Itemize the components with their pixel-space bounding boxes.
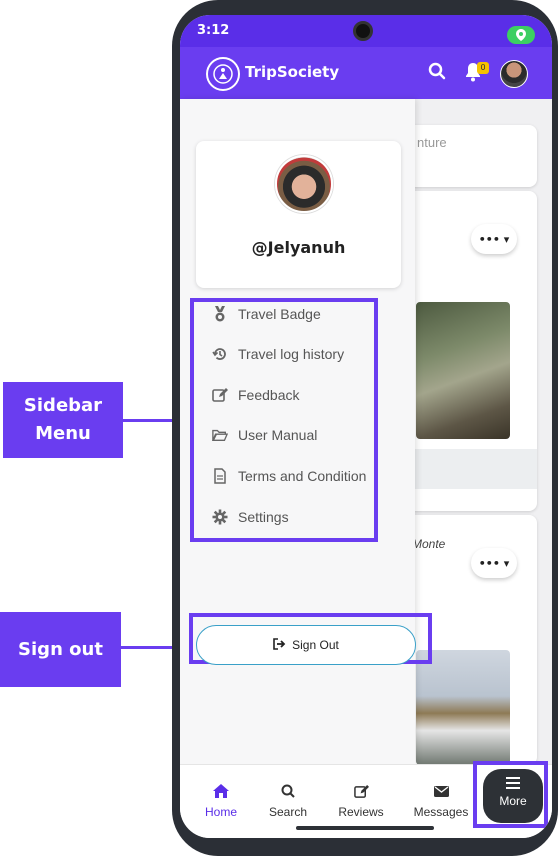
sidebar-item-label: Travel Badge	[238, 306, 321, 322]
menu-icon	[483, 777, 543, 789]
search-icon[interactable]	[428, 62, 446, 84]
envelope-icon	[409, 781, 473, 801]
gear-icon	[212, 509, 228, 525]
callout-connector-signout	[121, 646, 173, 649]
medal-icon	[212, 306, 228, 322]
sidebar-item-label: Feedback	[238, 387, 300, 403]
sidebar-menu: Travel Badge Travel log history Feedback…	[190, 298, 378, 542]
nav-more-label: More	[499, 794, 527, 808]
sign-out-label: Sign Out	[292, 638, 339, 652]
document-icon	[212, 468, 228, 484]
status-time: 3:12	[197, 23, 230, 38]
nav-home-label: Home	[204, 805, 237, 819]
sidebar-item-label: User Manual	[238, 427, 318, 443]
avatar[interactable]	[275, 155, 333, 213]
sidebar-item-settings[interactable]: Settings	[212, 509, 289, 525]
home-indicator[interactable]	[296, 826, 434, 830]
edit-icon	[329, 781, 393, 801]
sidebar-item-travel-badge[interactable]: Travel Badge	[212, 306, 321, 322]
nav-more[interactable]: More	[483, 769, 543, 823]
create-post-card[interactable]: nture	[405, 125, 537, 187]
sidebar-item-terms[interactable]: Terms and Condition	[212, 468, 366, 484]
nav-reviews-label: Reviews	[338, 805, 384, 819]
nav-search[interactable]: Search	[256, 781, 320, 819]
edit-icon	[212, 387, 228, 403]
history-icon	[212, 346, 228, 362]
post-photo[interactable]	[416, 650, 510, 765]
sidebar-item-label: Settings	[238, 509, 289, 525]
sidebar-item-label: Travel log history	[238, 346, 345, 362]
dots-icon: •••	[478, 232, 500, 246]
profile-card[interactable]: @Jelyanuh	[196, 141, 401, 288]
callout-sign-out: Sign out	[0, 612, 121, 687]
nav-search-label: Search	[268, 805, 308, 819]
folder-open-icon	[212, 428, 228, 442]
sidebar-item-label: Terms and Condition	[238, 468, 367, 484]
app-logo-icon	[206, 57, 240, 91]
nav-messages-label: Messages	[413, 805, 469, 819]
sign-out-icon	[273, 637, 286, 653]
front-camera	[353, 21, 373, 41]
post-options-button[interactable]: ••• ▾	[471, 548, 517, 578]
sidebar-item-feedback[interactable]: Feedback	[212, 387, 299, 403]
nav-messages[interactable]: Messages	[409, 781, 473, 819]
post-footer	[405, 449, 537, 489]
post-photo[interactable]	[416, 302, 510, 439]
post-options-button[interactable]: ••• ▾	[471, 224, 517, 254]
username: @Jelyanuh	[251, 238, 346, 257]
sidebar-item-travel-log-history[interactable]: Travel log history	[212, 346, 344, 362]
phone-screen: 3:12 TripSociety 0 nture ••• ▾ Monte •••…	[180, 15, 552, 838]
search-icon	[256, 781, 320, 801]
sign-out-button[interactable]: Sign Out	[196, 625, 416, 665]
status-bar: 3:12	[180, 15, 552, 47]
nav-reviews[interactable]: Reviews	[329, 781, 393, 819]
post-input-placeholder: nture	[417, 135, 447, 150]
nav-home[interactable]: Home	[189, 781, 253, 819]
callout-sidebar-menu: Sidebar Menu	[3, 382, 123, 458]
location-indicator-icon	[507, 26, 535, 44]
app-header: TripSociety 0	[180, 47, 552, 99]
sidebar-item-user-manual[interactable]: User Manual	[212, 427, 317, 443]
dots-icon: •••	[478, 556, 500, 570]
home-icon	[189, 781, 253, 801]
header-avatar[interactable]	[500, 60, 528, 88]
app-title: TripSociety	[245, 63, 340, 81]
post-location: Monte	[412, 537, 446, 551]
notification-badge: 0	[477, 62, 489, 74]
